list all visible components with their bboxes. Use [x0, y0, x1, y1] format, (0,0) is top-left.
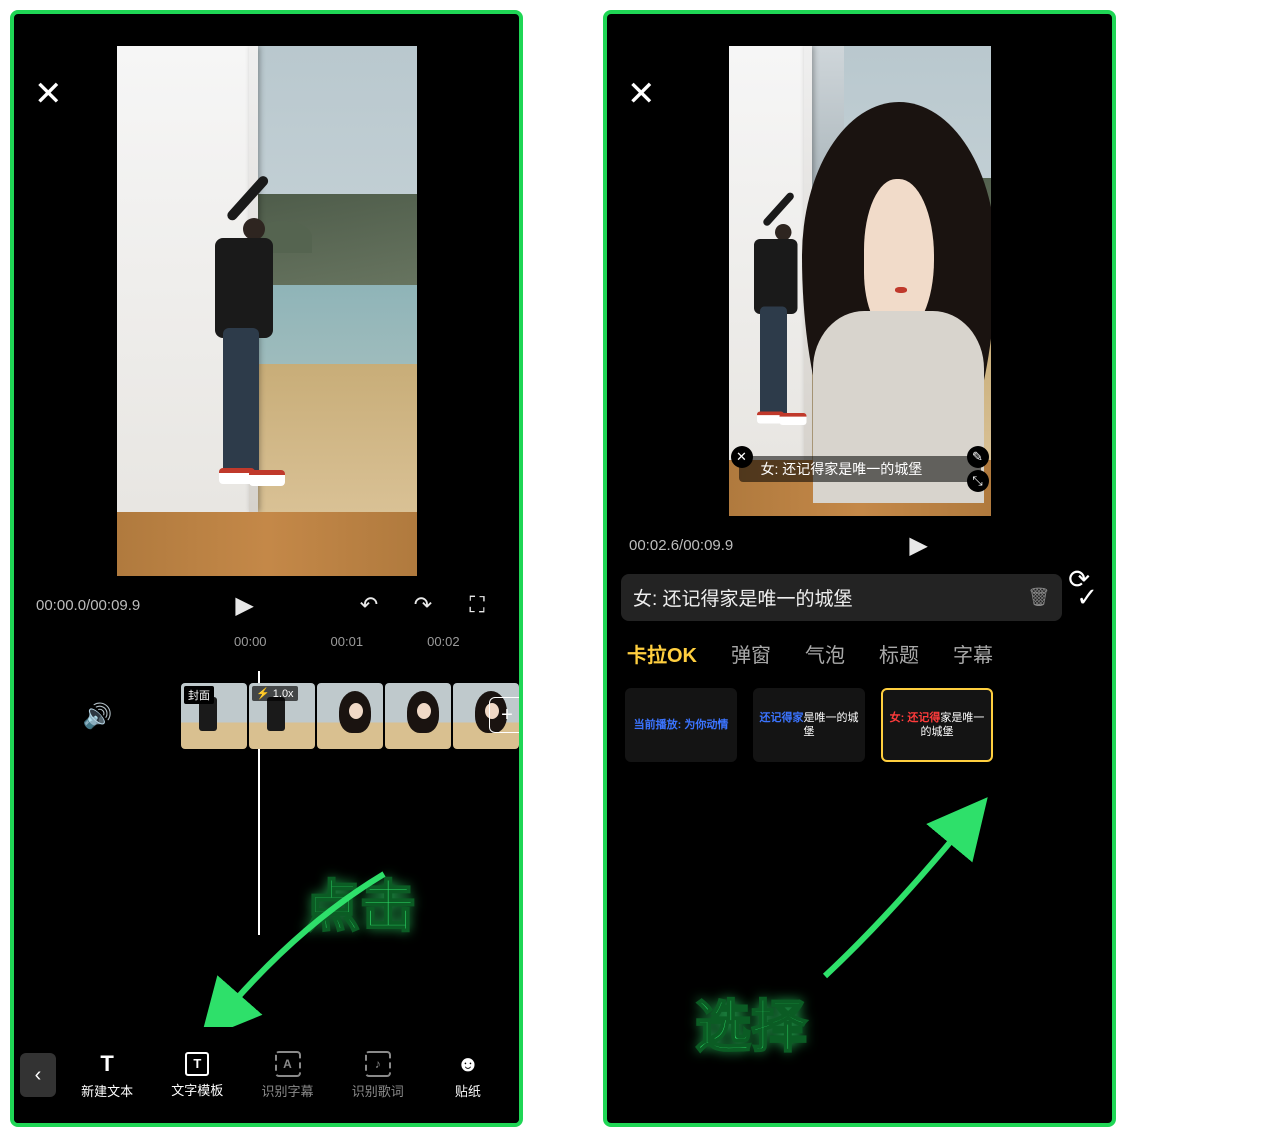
tab-popup[interactable]: 弹窗: [731, 639, 771, 668]
add-clip-button[interactable]: +: [489, 697, 519, 733]
annotation-arrow: [817, 818, 987, 993]
style-presets: 当前播放: 为你动情 还记得家是唯一的城堡 女: 还记得家是唯一的城堡: [607, 674, 1112, 776]
clip: [317, 683, 383, 749]
volume-icon[interactable]: 🔊: [14, 702, 181, 731]
annotation-arrow: [214, 862, 404, 1027]
play-button[interactable]: ▶: [899, 531, 939, 560]
style-tabs: 卡拉OK 弹窗 气泡 标题 字幕: [607, 621, 1112, 674]
close-icon[interactable]: ✕: [34, 74, 63, 114]
video-preview[interactable]: ✕ ✎ ⤡ 女: 还记得家是唯一的城堡: [607, 14, 1112, 520]
subtitle-resize-icon[interactable]: ⤡: [967, 470, 989, 492]
clip-cover: 封面: [181, 683, 247, 749]
tab-bubble[interactable]: 气泡: [805, 639, 845, 668]
undo-button[interactable]: ↶: [349, 592, 389, 618]
phone-right: ✕ ✕ ✎ ⤡ 女: 还记得家是唯一的城堡 ⟳ 00:02.6/00:09.9 …: [603, 10, 1116, 1127]
trash-icon[interactable]: 🗑: [1027, 587, 1050, 608]
subtitle-delete-icon[interactable]: ✕: [731, 446, 753, 468]
clip-track[interactable]: 封面 ⚡ 1.0x +: [181, 683, 519, 749]
subtitle-overlay[interactable]: ✕ ✎ ⤡ 女: 还记得家是唯一的城堡: [739, 456, 981, 482]
phone-left: ✕ 00:00.0/00:09.9 ▶ ↶ ↷ ⛶ 00:0000:0100:0…: [10, 10, 523, 1127]
tab-karaoke[interactable]: 卡拉OK: [627, 639, 697, 668]
clip: [385, 683, 451, 749]
text-toolbar: ‹ T新建文本 T文字模板 A识别字幕 ♪识别歌词 ☻贴纸: [14, 1027, 519, 1123]
style-preset-selected[interactable]: 女: 还记得家是唯一的城堡: [881, 688, 993, 762]
preview-canvas: ✕ ✎ ⤡ 女: 还记得家是唯一的城堡: [729, 46, 991, 516]
tab-subtitle[interactable]: 字幕: [953, 639, 993, 668]
subtitle-edit-icon[interactable]: ✎: [967, 446, 989, 468]
fullscreen-button[interactable]: ⛶: [457, 592, 497, 618]
tool-recognize-lyrics[interactable]: ♪识别歌词: [333, 1051, 423, 1100]
timecode: 00:00.0/00:09.9: [36, 597, 140, 614]
clip: ⚡ 1.0x: [249, 683, 315, 749]
preview-canvas: [117, 46, 417, 576]
timecode: 00:02.6/00:09.9: [629, 537, 733, 554]
rotate-icon[interactable]: ⟳: [1068, 564, 1090, 595]
play-button[interactable]: ▶: [225, 591, 265, 620]
back-button[interactable]: ‹: [20, 1053, 56, 1097]
close-icon[interactable]: ✕: [627, 74, 656, 114]
tool-recognize-subtitle[interactable]: A识别字幕: [242, 1051, 332, 1100]
video-preview[interactable]: [14, 14, 519, 580]
annotation-label: 选择: [695, 982, 807, 1063]
clip: +: [453, 683, 519, 749]
subtitle-text-input[interactable]: 女: 还记得家是唯一的城堡🗑: [621, 574, 1062, 621]
tab-title[interactable]: 标题: [879, 639, 919, 668]
tool-text-template[interactable]: T文字模板: [152, 1052, 242, 1099]
style-preset[interactable]: 当前播放: 为你动情: [625, 688, 737, 762]
redo-button[interactable]: ↷: [403, 592, 443, 618]
timeline[interactable]: 00:0000:0100:0200:03 🔊 封面 ⚡ 1.0x +: [14, 630, 519, 755]
tool-new-text[interactable]: T新建文本: [62, 1051, 152, 1100]
timeline-ticks: 00:0000:0100:0200:03: [14, 634, 519, 649]
tool-sticker[interactable]: ☻贴纸: [423, 1051, 513, 1100]
style-preset[interactable]: 还记得家是唯一的城堡: [753, 688, 865, 762]
